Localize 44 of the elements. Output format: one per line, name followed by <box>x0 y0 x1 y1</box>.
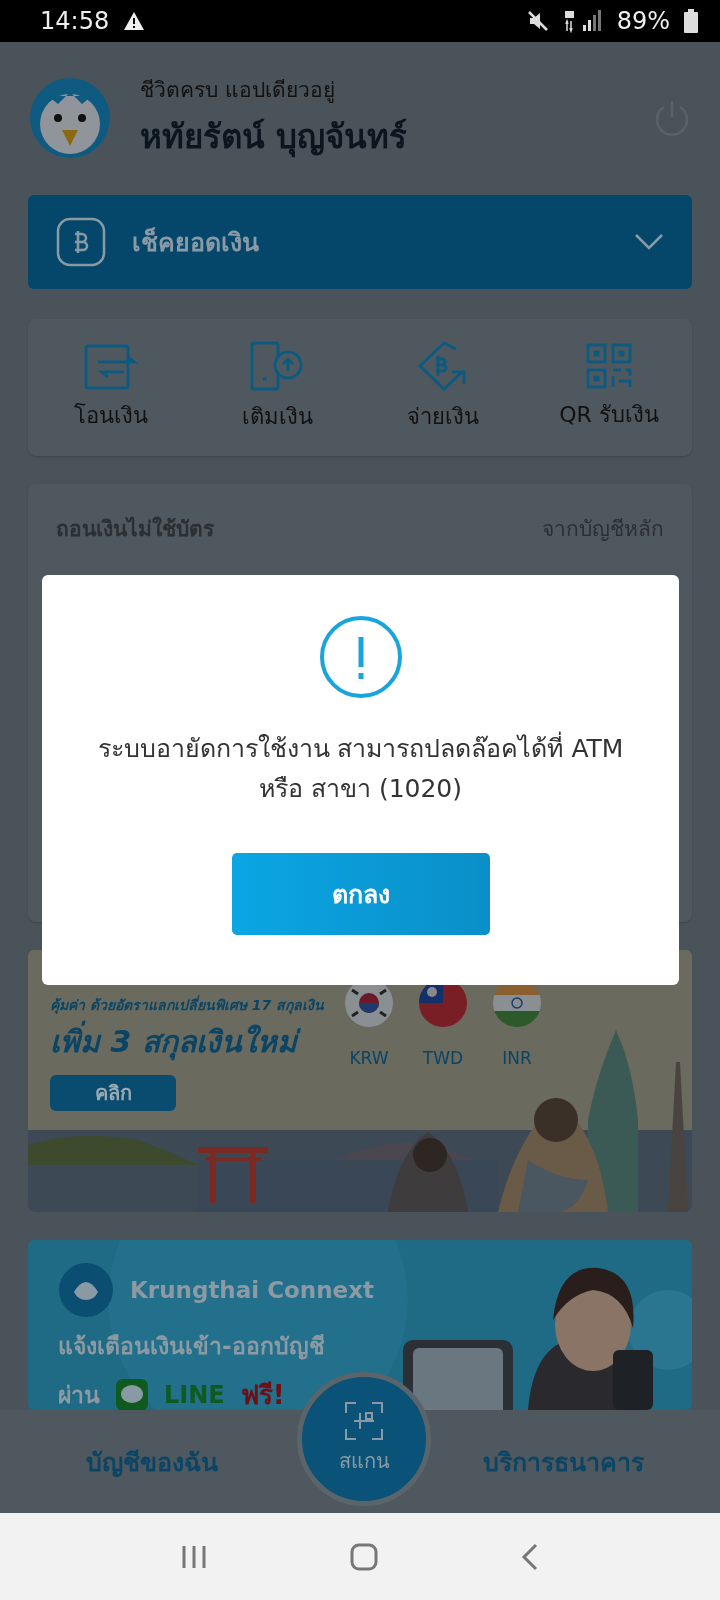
wallet-arrows-icon <box>84 342 138 390</box>
exclamation-icon <box>318 615 403 699</box>
qr-code-icon <box>586 343 632 389</box>
banner-subtitle: คุ้มค่า ด้วยอัตราแลกเปลี่ยนพิเศษ 17 สกุลเงิน <box>50 994 325 1016</box>
warning-icon <box>123 11 146 31</box>
recents-icon[interactable] <box>181 1543 208 1570</box>
signal-icon <box>562 9 603 33</box>
tagline: ชีวิตครบ แอปเดียวอยู่ <box>140 76 336 105</box>
balance-label: เช็คยอดเงิน <box>132 226 259 260</box>
quick-action[interactable]: เติมเงิน <box>194 318 360 457</box>
promo-banner[interactable]: Krungthai Connext แจ้งเตือนเงินเข้า-ออกบัญชี ผ่าน LINE ฟรี! <box>28 1240 692 1410</box>
quick-action[interactable]: QR รับเงิน <box>526 318 692 457</box>
user-name: หทัยรัตน์ บุญจันทร์ <box>140 115 409 160</box>
balance-bar[interactable]: เช็คยอดเงิน <box>28 195 692 289</box>
line-wordmark: LINE <box>164 1380 225 1409</box>
banner-text: ผ่าน <box>58 1380 100 1410</box>
currency-code: KRW <box>349 1048 389 1068</box>
dialog-message: ระบบอายัดการใช้งาน สามารถปลดล๊อคได้ที่ ATM หรือ สาขา (1020) <box>42 729 679 809</box>
baht-icon <box>56 217 106 268</box>
back-icon[interactable] <box>520 1542 539 1571</box>
home-icon[interactable] <box>350 1542 378 1571</box>
currency-code: TWD <box>422 1048 464 1068</box>
quick-action[interactable]: จ่ายเงิน <box>360 318 526 457</box>
battery-percent: 89% <box>616 7 670 35</box>
chat-bubble-icon <box>116 1378 148 1410</box>
chevron-down-icon <box>634 233 664 252</box>
banner-title: Krungthai Connext <box>130 1277 374 1303</box>
scan-icon <box>344 1401 384 1441</box>
phone-upload-icon <box>250 341 304 391</box>
logo-icon <box>58 1262 114 1318</box>
mute-icon <box>526 10 549 32</box>
free-label: ฟรี! <box>240 1379 285 1410</box>
bird-mascot-icon <box>28 75 112 160</box>
ok-button[interactable]: ตกลง <box>231 853 490 935</box>
nav-tab[interactable]: บริการธนาคาร <box>477 1440 650 1483</box>
banner-button[interactable]: คลิก <box>50 1075 176 1111</box>
battery-icon <box>684 9 698 33</box>
quick-action[interactable]: โอนเงิน <box>28 318 194 457</box>
nav-tab[interactable]: บัญชีของฉัน <box>80 1440 224 1483</box>
banner-text: แจ้งเตือนเงินเข้า-ออกบัญชี <box>58 1332 326 1362</box>
currency-code: INR <box>502 1048 532 1068</box>
scan-button[interactable]: สแกน <box>297 1372 431 1506</box>
status-time: 14:58 <box>40 7 110 35</box>
banner-headline: เพิ่ม 3 สกุลเงินใหม่ <box>50 1018 325 1065</box>
